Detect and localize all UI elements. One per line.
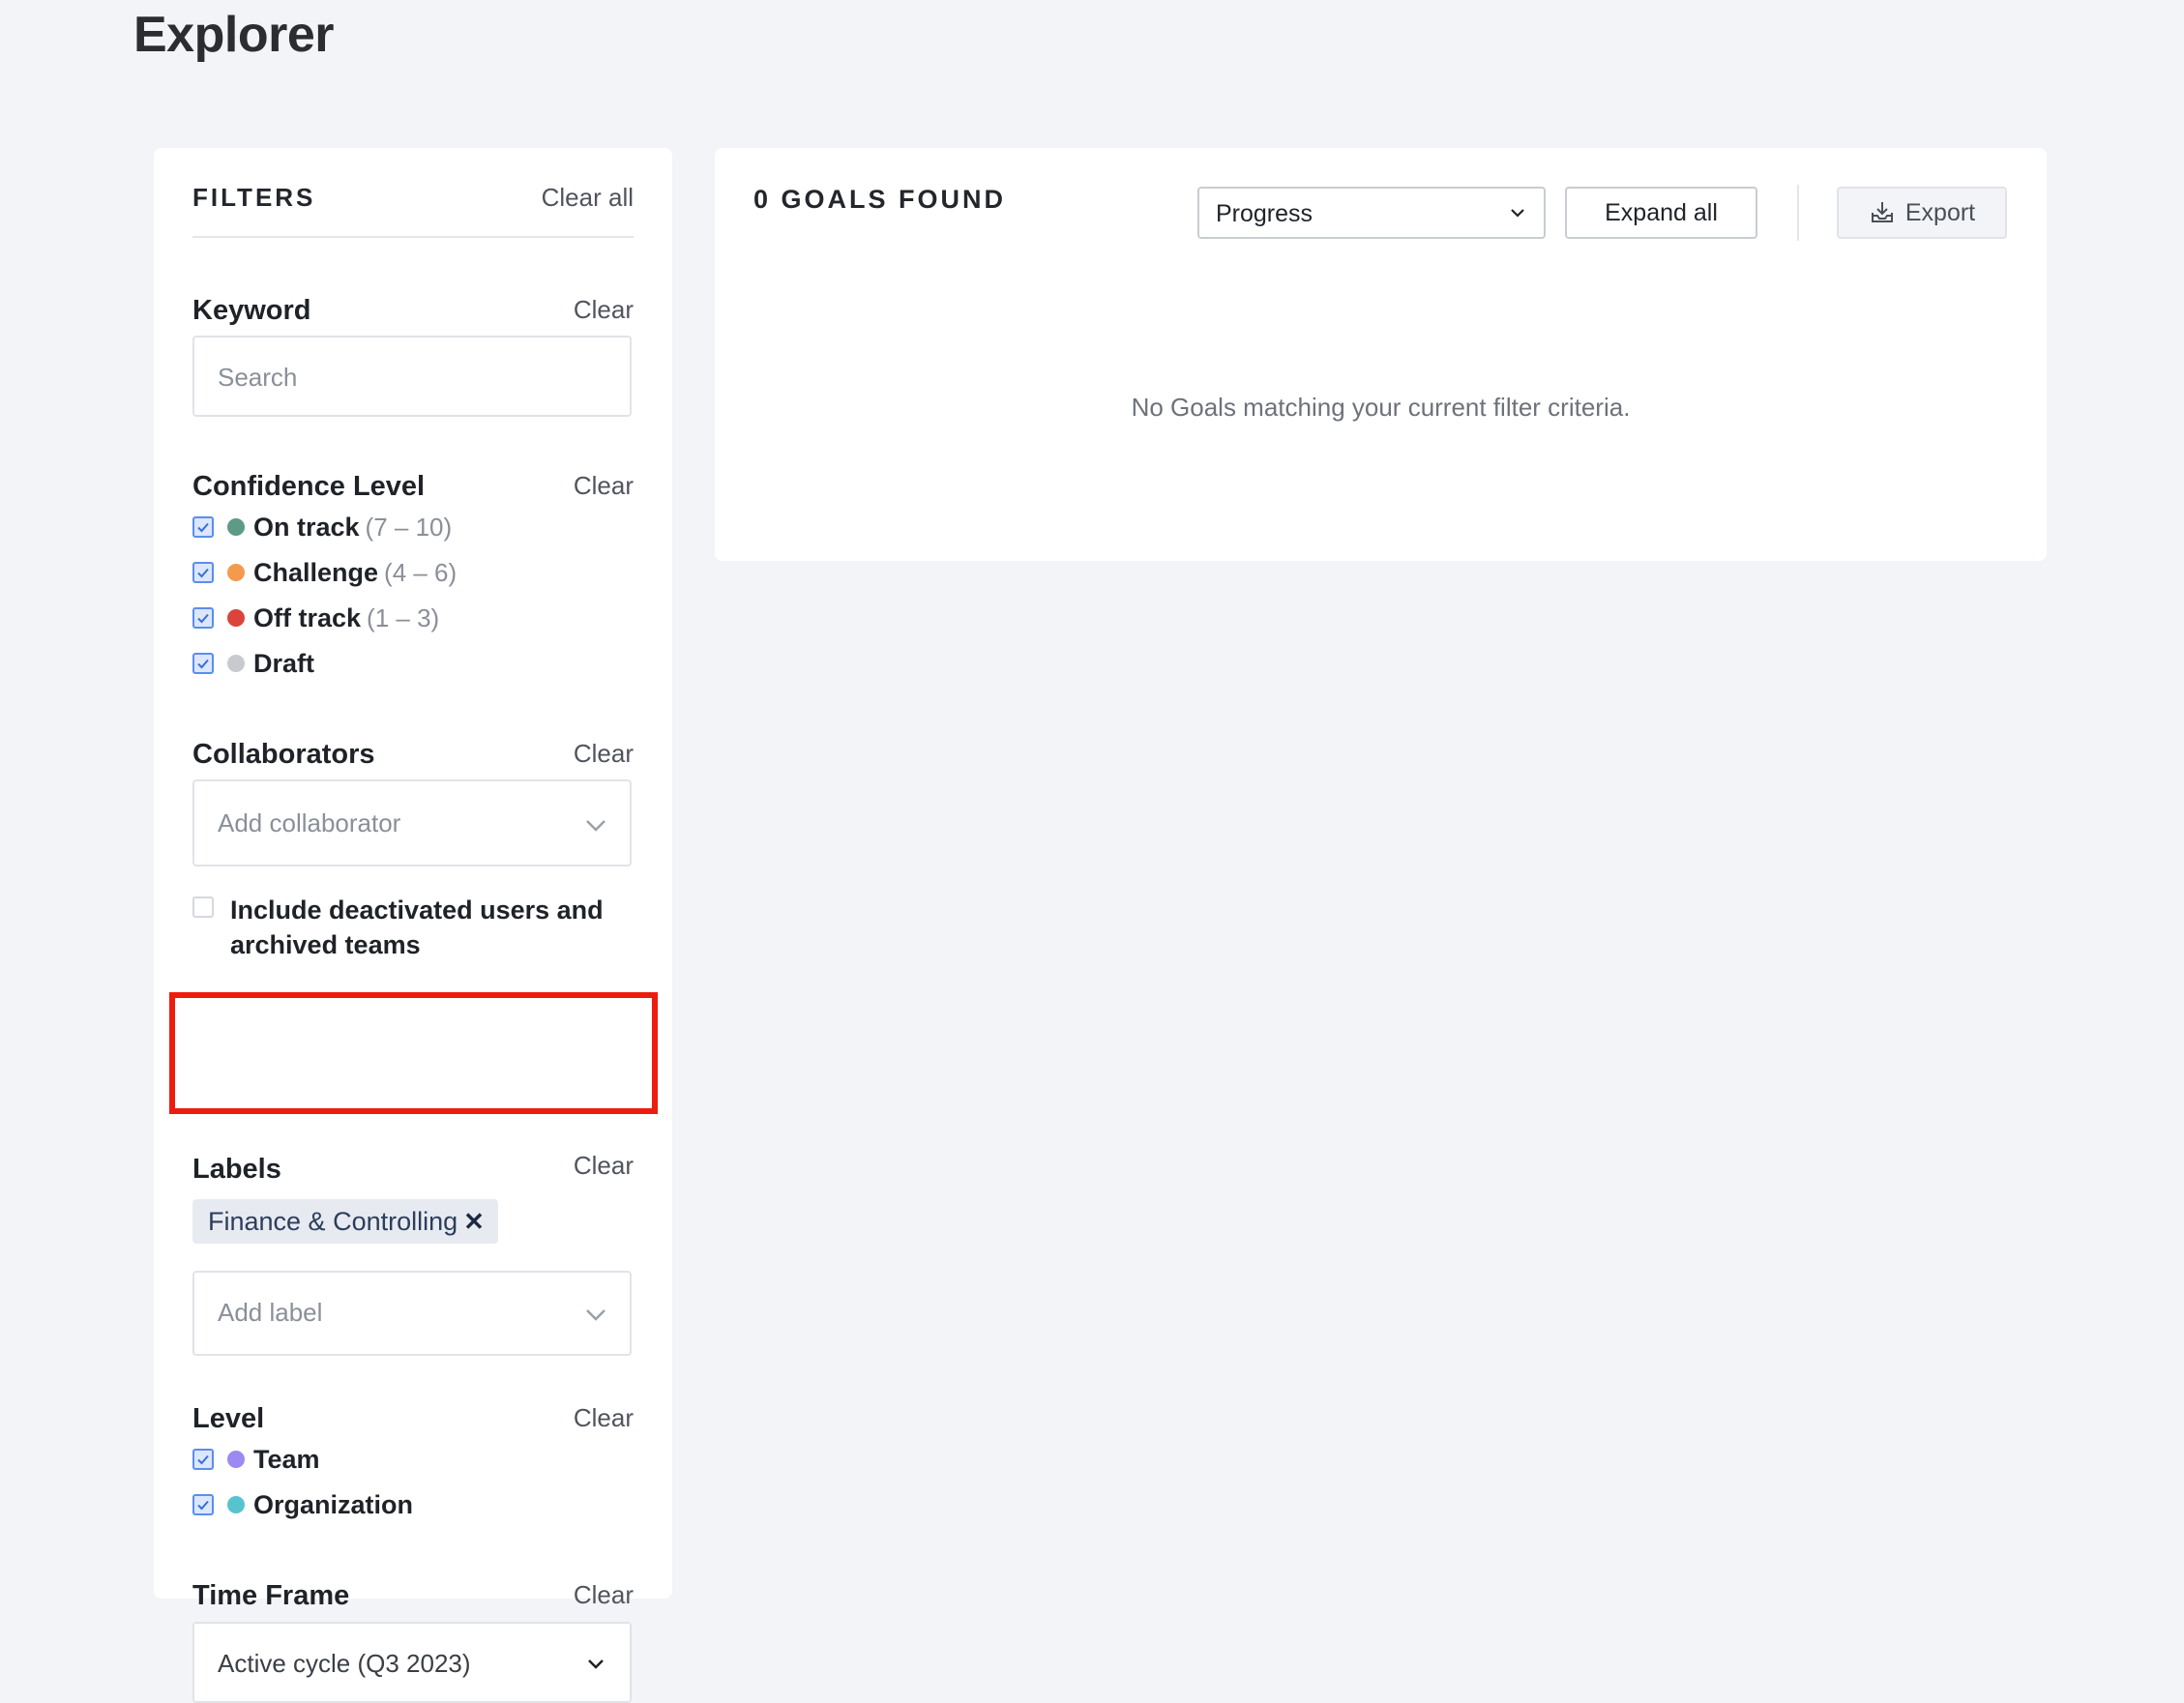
checkmark-icon (197, 1454, 209, 1465)
toolbar-divider (1797, 185, 1799, 241)
checkbox[interactable] (192, 1494, 214, 1515)
results-panel: 0 GOALS FOUND Progress Expand all Export… (715, 148, 2047, 561)
include-deactivated-option[interactable]: Include deactivated users and archived t… (192, 893, 604, 962)
status-dot-draft (227, 655, 245, 672)
sort-value: Progress (1216, 200, 1313, 227)
clear-all-button[interactable]: Clear all (542, 183, 634, 213)
confidence-label: Challenge (253, 557, 379, 587)
filters-header: FILTERS Clear all (192, 183, 634, 238)
status-dot-challenge (227, 564, 245, 581)
confidence-range: (1 – 3) (367, 602, 440, 632)
status-dot-on-track (227, 518, 245, 536)
checkbox[interactable] (192, 516, 214, 538)
checkbox[interactable] (192, 1449, 214, 1470)
keyword-clear-button[interactable]: Clear (574, 295, 634, 325)
confidence-range: (4 – 6) (384, 557, 457, 587)
time-frame-select[interactable]: Active cycle (Q3 2023) (192, 1622, 632, 1703)
collaborator-placeholder: Add collaborator (218, 808, 401, 837)
chevron-down-icon (586, 820, 605, 832)
label-chip-text: Finance & Controlling (208, 1206, 458, 1236)
confidence-option-challenge[interactable]: Challenge (4 – 6) (192, 555, 457, 590)
expand-all-button[interactable]: Expand all (1565, 187, 1757, 239)
time-frame-value: Active cycle (Q3 2023) (218, 1649, 471, 1678)
checkmark-icon (197, 568, 209, 578)
chevron-down-icon (586, 1309, 605, 1321)
close-icon[interactable]: ✕ (463, 1207, 485, 1237)
include-line-1: Include deactivated users and (230, 896, 604, 925)
keyword-search-input[interactable]: Search (192, 336, 632, 417)
label-placeholder: Add label (218, 1298, 323, 1327)
level-option-organization[interactable]: Organization (192, 1487, 413, 1522)
level-label: Organization (253, 1489, 414, 1519)
level-dot-team (227, 1451, 245, 1468)
level-label: Team (253, 1444, 320, 1474)
checkmark-icon (197, 659, 209, 669)
collaborator-select[interactable]: Add collaborator (192, 779, 632, 866)
time-frame-title: Time Frame (192, 1580, 350, 1611)
empty-state-message: No Goals matching your current filter cr… (1131, 393, 1631, 422)
include-line-2: archived teams (230, 930, 421, 959)
checkmark-icon (197, 613, 209, 624)
confidence-option-off-track[interactable]: Off track (1 – 3) (192, 601, 439, 635)
confidence-range: (7 – 10) (365, 512, 453, 542)
level-clear-button[interactable]: Clear (574, 1403, 634, 1433)
checkmark-icon (197, 1500, 209, 1511)
labels-title: Labels (192, 1154, 281, 1185)
download-icon (1871, 202, 1893, 222)
time-frame-clear-button[interactable]: Clear (574, 1580, 634, 1610)
collaborators-title: Collaborators (192, 739, 375, 770)
filters-panel: FILTERS Clear all Keyword Clear Search C… (154, 148, 672, 1703)
label-select[interactable]: Add label (192, 1271, 632, 1356)
confidence-label: Draft (253, 648, 315, 678)
keyword-title: Keyword (192, 295, 311, 326)
confidence-option-draft[interactable]: Draft (192, 646, 314, 681)
level-dot-organization (227, 1496, 245, 1513)
confidence-title: Confidence Level (192, 471, 426, 502)
level-title: Level (192, 1403, 265, 1434)
sort-select[interactable]: Progress (1197, 187, 1546, 239)
export-label: Export (1904, 198, 1976, 226)
checkbox[interactable] (192, 562, 214, 583)
confidence-label: On track (253, 512, 360, 542)
status-dot-off-track (227, 609, 245, 627)
export-button[interactable]: Export (1837, 187, 2007, 239)
checkmark-icon (197, 522, 209, 533)
page-title: Explorer (133, 7, 334, 63)
level-option-team[interactable]: Team (192, 1442, 320, 1477)
include-deactivated-checkbox[interactable] (192, 896, 214, 918)
checkbox[interactable] (192, 607, 214, 629)
collaborators-clear-button[interactable]: Clear (574, 739, 634, 769)
label-chip-finance-controlling: Finance & Controlling ✕ (192, 1199, 498, 1244)
checkbox[interactable] (192, 653, 214, 674)
chevron-down-icon (1511, 209, 1524, 218)
confidence-option-on-track[interactable]: On track (7 – 10) (192, 510, 452, 544)
confidence-clear-button[interactable]: Clear (574, 471, 634, 501)
goals-count: 0 GOALS FOUND (753, 185, 1007, 214)
labels-clear-button[interactable]: Clear (574, 1151, 634, 1181)
confidence-label: Off track (253, 602, 362, 632)
filters-heading: FILTERS (192, 183, 316, 212)
keyword-search-placeholder: Search (218, 363, 298, 392)
include-deactivated-label: Include deactivated users and archived t… (230, 893, 604, 962)
chevron-down-icon (588, 1659, 604, 1669)
